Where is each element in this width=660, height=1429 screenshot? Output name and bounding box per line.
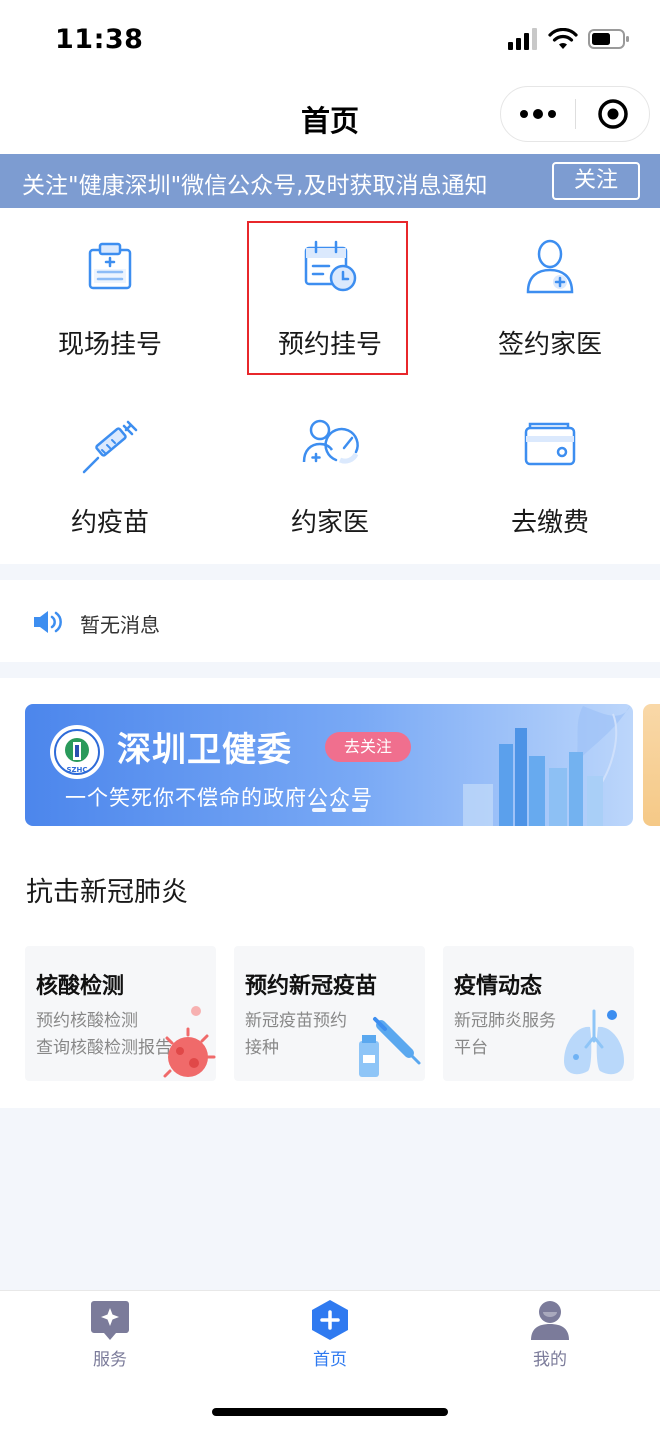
doctor-plus-icon — [526, 239, 574, 294]
card-title: 核酸检测 — [36, 974, 125, 999]
miniprogram-capsule — [500, 86, 650, 142]
content-area: SZHC 深圳卫健委 去关注 一个笑死你不偿命的政府公众号 抗击新冠肺炎 核酸检… — [0, 678, 660, 1108]
virus-icon — [163, 1006, 216, 1078]
carousel-indicator — [312, 808, 366, 812]
more-icon[interactable] — [501, 86, 575, 142]
city-skyline-illustration — [463, 704, 631, 826]
tab-home[interactable]: 首页 — [220, 1291, 440, 1381]
cellular-signal-icon — [508, 28, 537, 50]
message-row[interactable]: 暂无消息 — [0, 580, 660, 662]
message-text: 暂无消息 — [80, 613, 160, 637]
lungs-icon — [564, 1009, 624, 1075]
tab-services[interactable]: 服务 — [0, 1291, 220, 1381]
battery-icon — [588, 29, 629, 49]
close-target-icon[interactable] — [576, 86, 649, 142]
service-label: 签约家医 — [497, 330, 602, 360]
tab-label: 服务 — [93, 1350, 127, 1370]
card-description: 新冠疫苗预约 接种 — [245, 1011, 347, 1058]
next-banner-peek[interactable] — [643, 704, 660, 826]
banner-follow-badge[interactable]: 去关注 — [325, 732, 411, 762]
service-label: 约家医 — [290, 508, 369, 538]
service-family-doctor-signing[interactable]: 签约家医 — [440, 208, 660, 378]
clipboard-cross-icon — [88, 242, 132, 290]
service-onsite-registration[interactable]: 现场挂号 — [0, 208, 220, 378]
service-vaccine-booking[interactable]: 约疫苗 — [0, 386, 220, 556]
promo-banner[interactable]: SZHC 深圳卫健委 去关注 一个笑死你不偿命的政府公众号 — [25, 704, 633, 826]
status-bar: 11:38 — [0, 0, 660, 84]
card-title: 疫情动态 — [454, 974, 543, 999]
service-family-doctor-booking[interactable]: 约家医 — [220, 386, 440, 556]
card-description: 新冠肺炎服务 平台 — [454, 1011, 556, 1058]
service-label: 现场挂号 — [57, 330, 162, 360]
wallet-icon — [524, 422, 576, 466]
card-title: 预约新冠疫苗 — [245, 974, 378, 999]
card-nucleic-test[interactable]: 核酸检测 预约核酸检测 查询核酸检测报告 — [25, 946, 216, 1081]
status-icons — [508, 28, 630, 50]
tab-bar: 服务 首页 我的 — [0, 1290, 660, 1429]
tab-profile[interactable]: 我的 — [440, 1291, 660, 1381]
banner-title: 深圳卫健委 — [117, 730, 292, 770]
service-payment[interactable]: 去缴费 — [440, 386, 660, 556]
wifi-icon — [548, 28, 578, 49]
user-avatar-icon — [531, 1301, 569, 1340]
vaccine-syringe-icon — [359, 1017, 421, 1077]
speaker-icon — [34, 611, 62, 633]
card-epidemic-updates[interactable]: 疫情动态 新冠肺炎服务 平台 — [443, 946, 634, 1081]
card-covid-vaccine[interactable]: 预约新冠疫苗 新冠疫苗预约 接种 — [234, 946, 425, 1081]
follow-notice-bar: 关注"健康深圳"微信公众号,及时获取消息通知 关注 — [0, 154, 660, 208]
tab-label: 我的 — [533, 1350, 567, 1370]
svg-text:SZHC: SZHC — [66, 766, 87, 774]
notice-text: 关注"健康深圳"微信公众号,及时获取消息通知 — [22, 173, 488, 199]
tab-label: 首页 — [313, 1350, 347, 1370]
highlight-box — [247, 221, 408, 375]
service-label: 约疫苗 — [70, 508, 149, 538]
nav-bar: 首页 — [0, 84, 660, 154]
section-title: 抗击新冠肺炎 — [26, 877, 188, 908]
doctor-gauge-icon — [302, 419, 359, 464]
syringe-icon — [82, 420, 138, 474]
service-label: 去缴费 — [510, 508, 589, 538]
home-hexagon-plus-icon — [312, 1300, 348, 1340]
szhc-logo: SZHC — [50, 725, 104, 779]
home-indicator — [212, 1408, 448, 1416]
follow-button[interactable]: 关注 — [552, 162, 640, 200]
service-sparkle-icon — [91, 1301, 129, 1340]
status-time: 11:38 — [55, 24, 144, 55]
